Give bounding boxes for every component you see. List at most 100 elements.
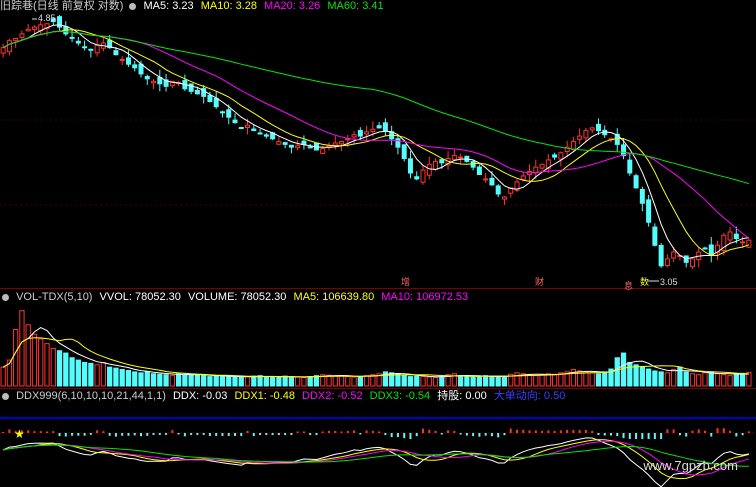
volume-bar [63, 352, 69, 387]
stock-chart[interactable]: ★ [0, 0, 756, 487]
volume-bar [276, 377, 282, 387]
volume-bar [213, 375, 219, 387]
candle-body [226, 109, 232, 118]
volume-bar [119, 369, 125, 387]
candle-body [407, 158, 413, 174]
candle-body [577, 135, 583, 140]
candle-body [395, 138, 401, 148]
volume-bar [733, 373, 739, 387]
ma10-line [2, 29, 750, 256]
volume-bar [677, 366, 683, 387]
candle-body [19, 33, 25, 38]
volume-bar [658, 371, 664, 387]
candle-body [351, 134, 357, 138]
volume-bar [501, 376, 508, 387]
volume-bar [407, 376, 414, 387]
volume-bar [533, 375, 539, 387]
volume-bar [169, 375, 175, 387]
volume-bar [19, 310, 25, 387]
event-marker-4[interactable]: 数 [640, 277, 649, 287]
candle-body [320, 148, 326, 154]
candle-body [376, 125, 382, 129]
candle-body [558, 152, 564, 160]
candle-body [552, 154, 558, 158]
candle-body [370, 128, 376, 132]
candle-body [621, 144, 627, 157]
candle-body [426, 163, 432, 176]
volume-bar [602, 371, 608, 387]
volume-bar [589, 372, 595, 387]
event-marker-3[interactable]: 息 [624, 281, 633, 291]
candle-body [194, 89, 200, 95]
candle-body [219, 111, 225, 114]
candle-body [82, 46, 88, 49]
candle-body [307, 146, 313, 149]
volume-bar [464, 376, 470, 387]
candle-body [13, 37, 19, 42]
candle-body [288, 144, 294, 148]
candle-body [257, 132, 263, 135]
candle-body [357, 130, 363, 137]
volume-bar [182, 373, 188, 387]
candle-body [238, 127, 244, 130]
volume-bar [13, 329, 19, 387]
candle-body [144, 75, 150, 80]
volume-bar [708, 371, 714, 387]
volume-bar [107, 366, 113, 387]
volume-bar [138, 372, 144, 387]
volume-bar [539, 374, 545, 387]
volume-bar [31, 333, 38, 387]
volume-bar [75, 359, 81, 387]
volume-bar [401, 375, 407, 387]
candle-body [433, 160, 439, 170]
volume-bar [56, 350, 63, 387]
candle-body [295, 145, 301, 149]
volume-bar [244, 376, 251, 387]
candle-body [470, 161, 476, 168]
candle-body [483, 178, 489, 181]
volume-bar [100, 361, 107, 387]
volume-bar [714, 373, 721, 387]
ma5-line [2, 24, 749, 260]
candle-body [664, 258, 670, 267]
volume-bar [671, 369, 677, 387]
candle-body [364, 131, 370, 135]
volume-bar [263, 376, 269, 387]
candle-body [501, 196, 507, 200]
volume-bar [627, 361, 633, 387]
volume-bar [639, 366, 645, 387]
volume-bar [226, 376, 232, 387]
volume-bar [201, 375, 207, 387]
candle-body [0, 47, 6, 54]
volume-bar [414, 375, 420, 387]
volume-bar [188, 374, 194, 387]
candle-body [282, 142, 288, 145]
volume-bar [645, 368, 652, 387]
candle-body [382, 122, 388, 132]
watermark: www.7gpzb.com [643, 458, 738, 473]
volume-bar [495, 377, 501, 387]
candle-body [708, 244, 714, 256]
volume-bar [194, 374, 201, 387]
event-marker-2[interactable]: 财 [535, 277, 544, 287]
candle-body [332, 142, 338, 146]
volume-bar [395, 373, 401, 387]
candle-body [458, 156, 464, 159]
volume-bar [219, 375, 226, 387]
volume-bar [113, 367, 119, 387]
volume-bar [38, 338, 44, 387]
volume-bar [69, 357, 75, 387]
candle-body [207, 94, 213, 103]
candle-body [94, 44, 100, 54]
candle-body [671, 251, 677, 259]
candle-body [652, 226, 658, 246]
candle-body [69, 36, 75, 39]
volume-bar [257, 375, 263, 387]
volume-bar [614, 357, 620, 387]
event-marker-1[interactable]: 增 [401, 277, 410, 287]
volume-bar [420, 376, 426, 387]
volume-bar [351, 376, 357, 387]
volume-bar [307, 376, 313, 387]
candle-body [420, 169, 426, 183]
volume-bar [144, 371, 150, 387]
